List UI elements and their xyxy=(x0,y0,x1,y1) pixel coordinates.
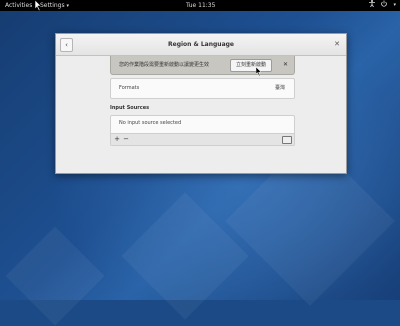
title-bar[interactable]: ‹ Region & Language ✕ xyxy=(56,34,346,56)
restart-infobar: 您的作業階段需要重新啟動以讓變更生效 立刻重新啟動 ✕ xyxy=(110,56,295,75)
formats-row[interactable]: Formats 臺灣 xyxy=(110,78,295,99)
settings-window: ‹ Region & Language ✕ 您的作業階段需要重新啟動以讓變更生效… xyxy=(55,33,347,174)
mouse-cursor-icon xyxy=(256,67,262,76)
remove-input-source-button[interactable]: − xyxy=(122,135,130,143)
close-icon: ✕ xyxy=(334,40,340,48)
activities-button[interactable]: Activities xyxy=(5,0,32,11)
infobar-message: 您的作業階段需要重新啟動以讓變更生效 xyxy=(119,62,210,68)
restart-now-button[interactable]: 立刻重新啟動 xyxy=(230,59,272,72)
background-facet xyxy=(5,226,105,326)
app-menu[interactable]: Settings ▾ xyxy=(40,0,69,12)
keyboard-icon[interactable] xyxy=(282,136,292,144)
system-tray[interactable]: ▾ xyxy=(369,0,396,11)
input-sources-toolbar: + − xyxy=(111,133,294,145)
chevron-down-icon: ▾ xyxy=(66,3,70,9)
accessibility-icon[interactable] xyxy=(369,0,376,11)
close-button[interactable]: ✕ xyxy=(334,34,340,55)
window-title: Region & Language xyxy=(168,41,234,48)
clock[interactable]: Tue 11:35 xyxy=(186,0,215,11)
background-facet xyxy=(121,192,249,320)
input-sources-heading: Input Sources xyxy=(110,105,150,111)
formats-label: Formats xyxy=(119,85,140,91)
formats-value: 臺灣 xyxy=(274,85,285,91)
empty-input-sources-text: No input source selected xyxy=(119,120,182,126)
add-input-source-button[interactable]: + xyxy=(113,135,121,143)
input-sources-list: No input source selected + − xyxy=(110,115,295,146)
app-menu-label: Settings xyxy=(40,2,65,9)
chevron-down-icon[interactable]: ▾ xyxy=(393,0,396,11)
dismiss-infobar-button[interactable]: ✕ xyxy=(283,56,288,74)
power-icon[interactable] xyxy=(381,0,388,11)
top-bar: Activities Settings ▾ Tue 11:35 ▾ xyxy=(0,0,400,11)
